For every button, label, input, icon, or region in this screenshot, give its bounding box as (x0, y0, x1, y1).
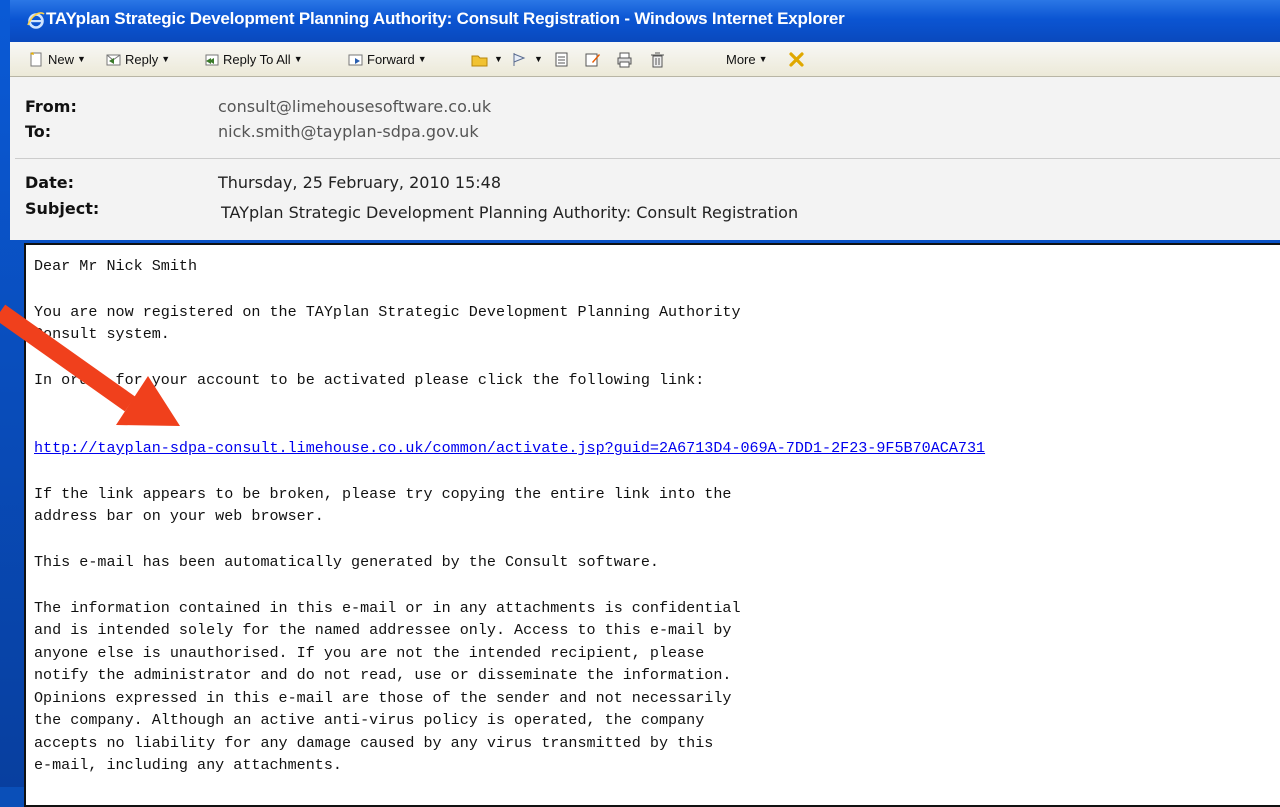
title-bar[interactable]: TAYplan Strategic Development Planning A… (10, 0, 1280, 42)
flag-icon (513, 52, 526, 66)
activation-link[interactable]: http://tayplan-sdpa-consult.limehouse.co… (34, 439, 985, 457)
chevron-down-icon: ▼ (494, 54, 503, 64)
para4-text: This e-mail has been automatically gener… (34, 553, 659, 571)
forward-icon (348, 54, 363, 65)
to-label: To: (25, 122, 52, 141)
message-header: From: consult@limehousesoftware.co.uk To… (10, 77, 1280, 240)
close-item-button[interactable] (788, 49, 808, 69)
trash-icon (651, 52, 664, 67)
disclaimer-line: The information contained in this e-mail… (34, 599, 741, 617)
document-icon (555, 52, 568, 66)
window-title: TAYplan Strategic Development Planning A… (46, 9, 845, 28)
disclaimer-line: Opinions expressed in this e-mail are th… (34, 689, 732, 707)
disclaimer-line: and is intended solely for the named add… (34, 621, 732, 639)
header-divider (15, 158, 1280, 159)
from-label: From: (25, 97, 77, 116)
para3-line2: address bar on your web browser. (34, 507, 324, 525)
folder-icon (471, 55, 488, 66)
new-button[interactable]: New ▼ (28, 49, 86, 69)
date-value: Thursday, 25 February, 2010 15:48 (218, 173, 501, 192)
edit-icon (585, 53, 600, 66)
subject-label: Subject: (25, 199, 100, 218)
para1-line2: Consult system. (34, 325, 170, 343)
disclaimer-line: notify the administrator and do not read… (34, 666, 732, 684)
date-label: Date: (25, 173, 74, 192)
chevron-down-icon: ▼ (293, 54, 303, 64)
forward-button[interactable]: Forward ▼ (347, 49, 427, 69)
print-button[interactable] (616, 49, 636, 69)
properties-button[interactable] (553, 49, 573, 69)
more-button[interactable]: More ▼ (726, 49, 768, 69)
more-label: More (726, 51, 756, 67)
new-icon (30, 51, 42, 66)
subject-value: TAYplan Strategic Development Planning A… (221, 203, 799, 222)
disclaimer-line: the company. Although an active anti-vir… (34, 711, 705, 729)
edit-button[interactable] (584, 49, 604, 69)
reply-button[interactable]: Reply ▼ (105, 49, 170, 69)
flag-button[interactable]: ▼ (511, 49, 543, 69)
disclaimer-line: anyone else is unauthorised. If you are … (34, 644, 705, 662)
from-value[interactable]: consult@limehousesoftware.co.uk (218, 97, 491, 116)
chevron-down-icon: ▼ (77, 54, 86, 64)
close-icon (789, 51, 804, 67)
para1-line1: You are now registered on the TAYplan St… (34, 303, 741, 321)
reply-label: Reply (125, 51, 159, 67)
browser-window: TAYplan Strategic Development Planning A… (0, 0, 1280, 807)
disclaimer-line: e-mail, including any attachments. (34, 756, 342, 774)
reply-all-label: Reply To All (223, 51, 291, 67)
chevron-down-icon: ▼ (161, 54, 171, 64)
reply-all-icon (205, 54, 219, 65)
move-folder-button[interactable]: ▼ (471, 49, 503, 69)
chevron-down-icon: ▼ (534, 54, 543, 64)
disclaimer-line: accepts no liability for any damage caus… (34, 734, 714, 752)
para2-text: In order for your account to be activate… (34, 371, 705, 389)
delete-button[interactable] (649, 49, 669, 69)
to-value[interactable]: nick.smith@tayplan-sdpa.gov.uk (218, 122, 479, 141)
reply-icon (106, 54, 121, 65)
new-label: New (48, 51, 75, 67)
print-icon (617, 52, 632, 67)
greeting-text: Dear Mr Nick Smith (34, 257, 198, 275)
forward-label: Forward (367, 51, 415, 67)
message-body[interactable]: Dear Mr Nick Smith You are now registere… (24, 243, 1280, 807)
mail-toolbar: New ▼ Reply ▼ Reply To All ▼ Forward ▼ ▼ ▼ (10, 42, 1280, 77)
internet-explorer-icon (27, 12, 45, 29)
chevron-down-icon: ▼ (758, 54, 768, 64)
chevron-down-icon: ▼ (417, 54, 427, 64)
reply-all-button[interactable]: Reply To All ▼ (203, 49, 303, 69)
para3-line1: If the link appears to be broken, please… (34, 485, 732, 503)
